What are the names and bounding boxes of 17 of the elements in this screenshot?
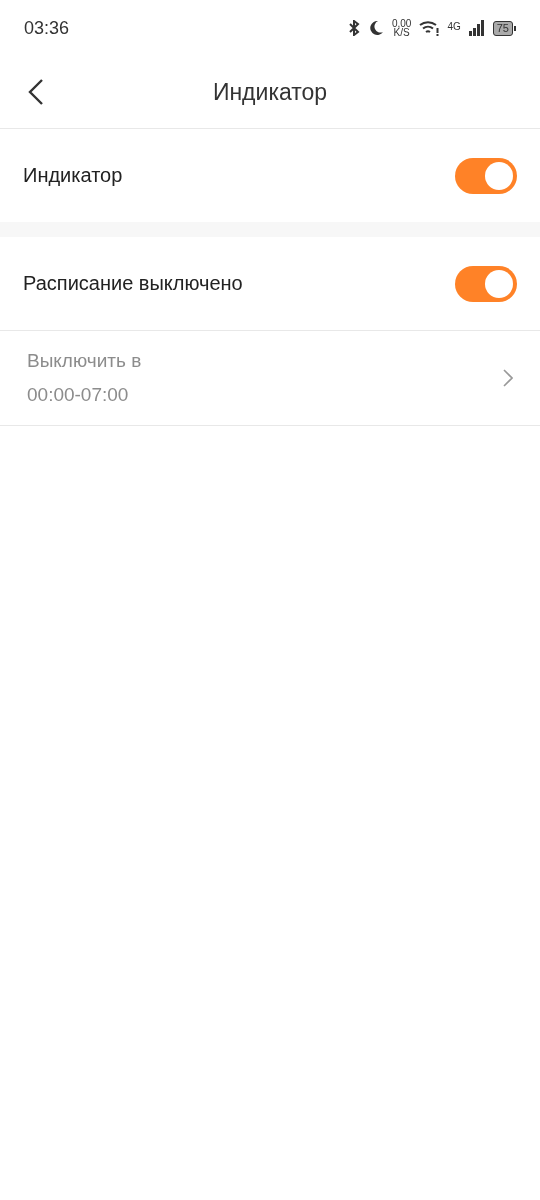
network-speed: 0,00 K/S — [391, 19, 412, 37]
page-title: Индикатор — [212, 78, 328, 106]
network-type: 4G — [447, 21, 461, 32]
wifi-icon — [419, 20, 440, 36]
setting-label: Расписание выключено — [23, 272, 243, 295]
toggle-switch[interactable] — [455, 265, 517, 302]
status-time: 03:36 — [24, 17, 70, 39]
setting-label: Индикатор — [23, 164, 123, 187]
moon-icon — [367, 20, 384, 36]
battery-level: 75 — [492, 20, 513, 36]
time-range: 00:00-07:00 — [27, 384, 130, 406]
toggle-switch[interactable] — [455, 157, 517, 194]
bluetooth-icon — [347, 20, 360, 36]
setting-label: Выключить в — [27, 350, 142, 372]
back-icon[interactable] — [28, 78, 44, 106]
chevron-right-icon — [503, 369, 513, 387]
signal-icon — [468, 20, 485, 36]
